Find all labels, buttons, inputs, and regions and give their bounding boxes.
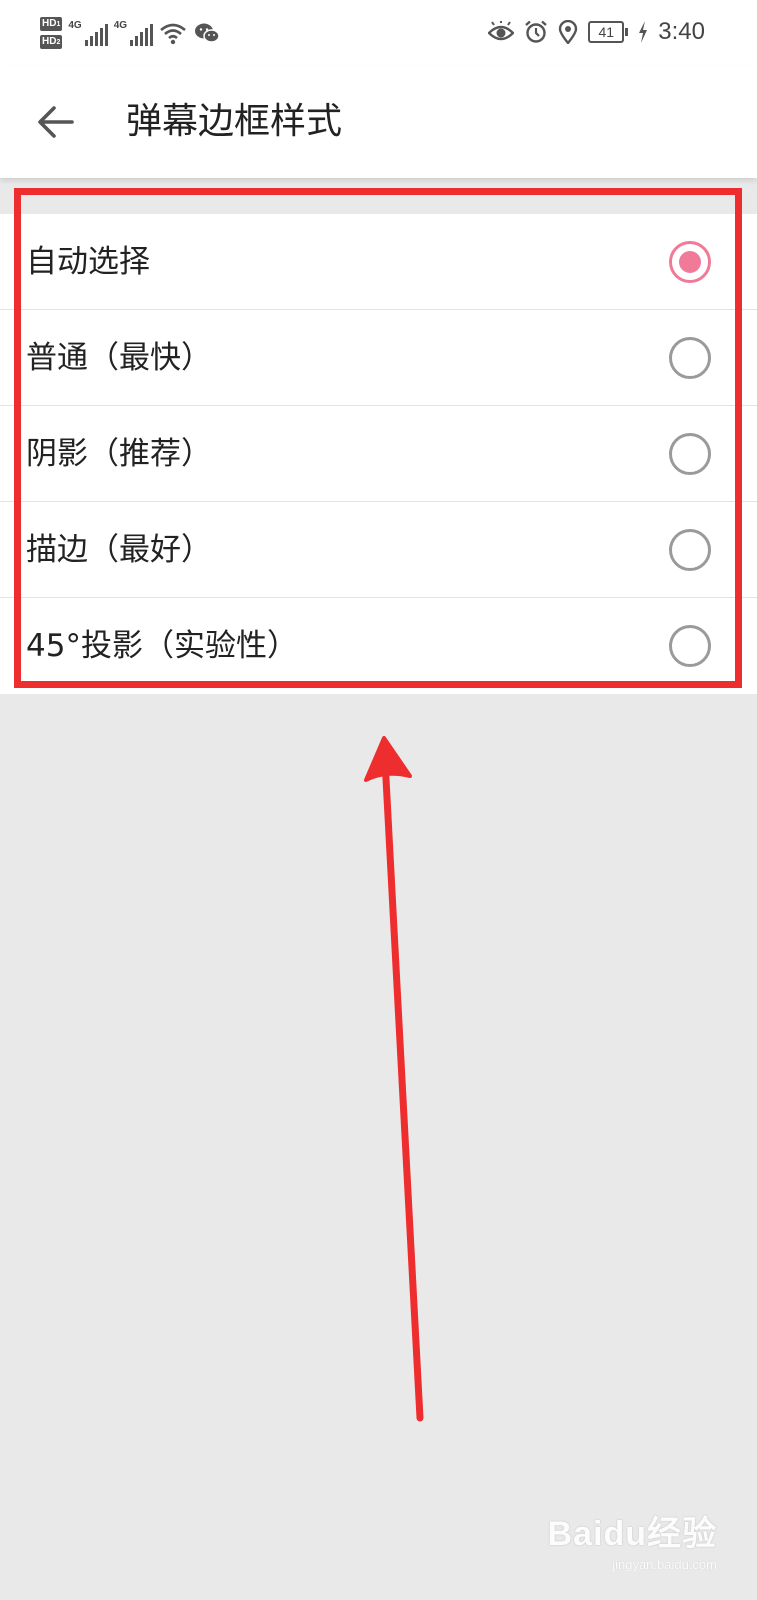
baidu-watermark: Baidu经验 jingyan.baidu.com	[548, 1506, 717, 1572]
annotation-arrow-icon	[364, 736, 424, 1422]
watermark-main: Baidu经验	[547, 1515, 717, 1553]
screen: HD1 HD2 4G 4G 41 3:40 弹幕边框样式 自动选择 普通（最快）…	[0, 0, 757, 1600]
watermark-sub: jingyan.baidu.com	[612, 1557, 717, 1572]
